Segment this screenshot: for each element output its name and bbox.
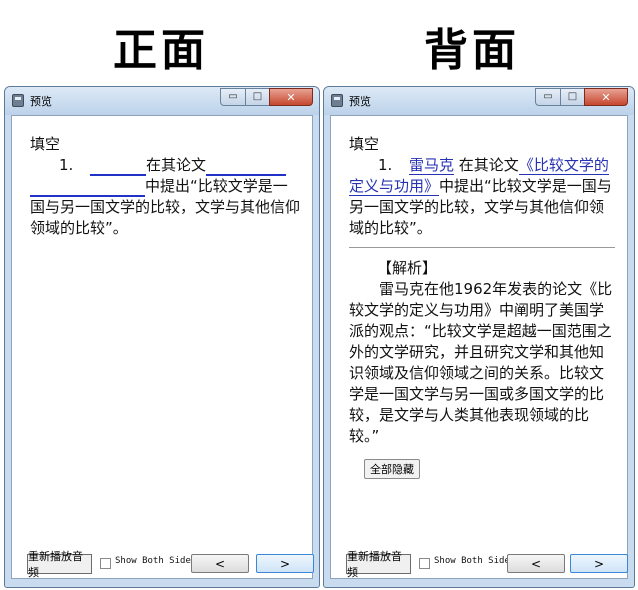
close-icon: ✕ bbox=[286, 90, 296, 104]
maximize-icon: □ bbox=[252, 91, 263, 102]
card-content: 填空 1. 雷马克 在其论文《比较文学的定义与功用》中提出“比较文学是一国与另一国… bbox=[349, 134, 615, 447]
card-content-area: 填空 1. 雷马克 在其论文《比较文学的定义与功用》中提出“比较文学是一国与另一国… bbox=[330, 115, 628, 579]
prev-icon: < bbox=[214, 556, 226, 571]
blank-1 bbox=[90, 157, 146, 176]
preview-window-back: 预览 ▭ □ ✕ 填空 1. 雷马克 在其论文《比较文学的定义与功用》中提出“比较… bbox=[323, 86, 635, 588]
app-icon bbox=[331, 94, 343, 107]
question-number: 1. bbox=[378, 156, 393, 174]
maximize-icon: □ bbox=[567, 91, 578, 102]
minimize-button[interactable]: ▭ bbox=[535, 88, 560, 106]
prev-button[interactable]: < bbox=[191, 554, 249, 573]
window-title: 预览 bbox=[349, 95, 371, 108]
window-controls: ▭ □ ✕ bbox=[535, 88, 628, 106]
maximize-button[interactable]: □ bbox=[245, 88, 269, 106]
maximize-button[interactable]: □ bbox=[560, 88, 584, 106]
prev-icon: < bbox=[530, 556, 542, 571]
show-both-sides-checkbox[interactable] bbox=[100, 558, 111, 569]
app-icon bbox=[12, 94, 24, 107]
prev-button[interactable]: < bbox=[507, 554, 565, 573]
minimize-button[interactable]: ▭ bbox=[220, 88, 245, 106]
minimize-icon: ▭ bbox=[228, 91, 238, 102]
card-heading: 填空 bbox=[30, 135, 61, 153]
bottom-bar: 重新播放音频 Show Both Sides < > bbox=[12, 550, 314, 579]
analysis-title: 【解析】 bbox=[377, 259, 438, 277]
divider bbox=[349, 247, 615, 248]
titlebar[interactable]: 预览 ▭ □ ✕ bbox=[324, 87, 634, 115]
question-number: 1. bbox=[59, 156, 74, 174]
card-content-area: 填空 1. 在其论文 中提出“比较文学是一国与另一国文学的比较，文学与其他信仰领域的… bbox=[11, 115, 314, 579]
show-both-sides-label[interactable]: Show Both Sides bbox=[115, 556, 196, 566]
replay-audio-button[interactable]: 重新播放音频 bbox=[346, 550, 411, 579]
close-button[interactable]: ✕ bbox=[584, 88, 628, 106]
show-both-sides-checkbox[interactable] bbox=[419, 558, 430, 569]
replay-audio-button[interactable]: 重新播放音频 bbox=[27, 550, 92, 579]
question-text: 1. 雷马克 在其论文《比较文学的定义与功用》中提出“比较文学是一国与另一国文学的… bbox=[349, 155, 615, 239]
next-button[interactable]: > bbox=[570, 554, 628, 573]
close-button[interactable]: ✕ bbox=[269, 88, 313, 106]
window-title: 预览 bbox=[30, 95, 52, 108]
question-text: 1. 在其论文 中提出“比较文学是一国与另一国文学的比较，文学与其他信仰领域的比较”… bbox=[30, 155, 300, 239]
card-content: 填空 1. 在其论文 中提出“比较文学是一国与另一国文学的比较，文学与其他信仰领域的… bbox=[30, 134, 300, 239]
hide-all-button[interactable]: 全部隐藏 bbox=[364, 459, 420, 479]
analysis-body: 雷马克在他1962年发表的论文《比较文学的定义与功用》中阐明了美国学派的观点：“… bbox=[349, 280, 613, 445]
card-heading: 填空 bbox=[349, 135, 380, 153]
blank-2b bbox=[30, 178, 145, 197]
window-controls: ▭ □ ✕ bbox=[220, 88, 313, 106]
minimize-icon: ▭ bbox=[543, 91, 553, 102]
question-text-1: 在其论文 bbox=[458, 156, 519, 174]
close-icon: ✕ bbox=[601, 90, 611, 104]
next-button[interactable]: > bbox=[256, 554, 314, 573]
next-icon: > bbox=[593, 556, 605, 571]
front-label: 正面 bbox=[113, 25, 209, 76]
titlebar[interactable]: 预览 ▭ □ ✕ bbox=[5, 87, 319, 115]
preview-window-front: 预览 ▭ □ ✕ 填空 1. 在其论文 中提出“比较文学是一国与另一国文学的比较，文… bbox=[4, 86, 320, 588]
next-icon: > bbox=[279, 556, 291, 571]
answer-1: 雷马克 bbox=[409, 156, 455, 175]
blank-2a bbox=[206, 157, 287, 176]
show-both-sides-label[interactable]: Show Both Sides bbox=[434, 556, 515, 566]
question-text-1: 在其论文 bbox=[146, 156, 207, 174]
back-label: 背面 bbox=[424, 25, 520, 76]
bottom-bar: 重新播放音频 Show Both Sides < > bbox=[331, 550, 628, 579]
